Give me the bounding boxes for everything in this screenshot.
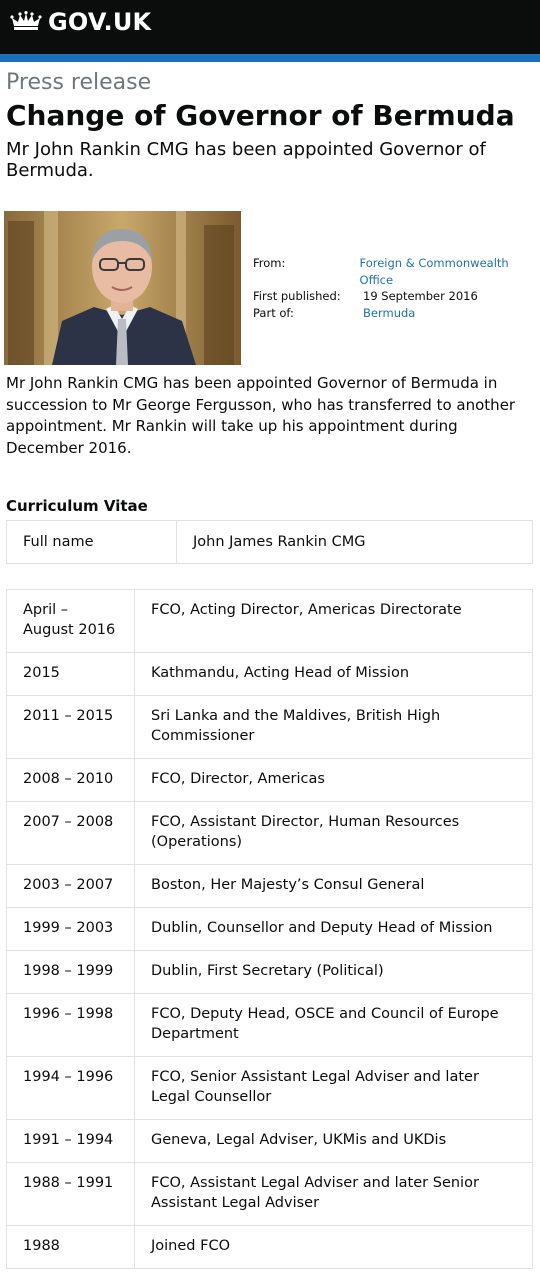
date-cell: 2008 – 2010 bbox=[6, 758, 135, 802]
table-row: 1988 Joined FCO bbox=[6, 1225, 533, 1269]
brand-text: GOV.UK bbox=[48, 8, 152, 36]
role-cell: FCO, Senior Assistant Legal Adviser and … bbox=[134, 1056, 533, 1120]
govuk-home-link[interactable]: GOV.UK bbox=[10, 8, 151, 36]
date-cell: 1988 bbox=[6, 1225, 135, 1269]
crown-icon bbox=[10, 11, 42, 30]
date-cell: 2011 – 2015 bbox=[6, 695, 135, 759]
cv-heading: Curriculum Vitae bbox=[6, 497, 148, 515]
header-bar: GOV.UK bbox=[0, 0, 540, 54]
role-cell: Dublin, First Secretary (Political) bbox=[134, 950, 533, 994]
role-cell: Boston, Her Majesty’s Consul General bbox=[134, 864, 533, 908]
date-cell: 2007 – 2008 bbox=[6, 801, 135, 865]
table-row: 1991 – 1994 Geneva, Legal Adviser, UKMis … bbox=[6, 1119, 533, 1163]
page-summary: Mr John Rankin CMG has been appointed Go… bbox=[6, 139, 486, 181]
date-cell: April – August 2016 bbox=[6, 589, 135, 653]
publication-metadata: From: Foreign & Commonwealth Office Firs… bbox=[253, 255, 540, 321]
table-row: April – August 2016 FCO, Acting Director,… bbox=[6, 589, 533, 653]
date-cell: 1999 – 2003 bbox=[6, 907, 135, 951]
date-cell: 1988 – 1991 bbox=[6, 1162, 135, 1226]
cv-name-table: Full name John James Rankin CMG bbox=[6, 520, 533, 564]
role-cell: Sri Lanka and the Maldives, British High… bbox=[134, 695, 533, 759]
meta-published-label: First published: bbox=[253, 289, 341, 303]
date-cell: 2015 bbox=[6, 652, 135, 696]
role-cell: FCO, Deputy Head, OSCE and Council of Eu… bbox=[134, 993, 533, 1057]
page-title: Change of Governor of Bermuda bbox=[6, 99, 515, 132]
content-type-label: Press release bbox=[6, 70, 152, 95]
date-cell: 1994 – 1996 bbox=[6, 1056, 135, 1120]
meta-from-label: From: bbox=[253, 256, 286, 270]
portrait-photo bbox=[4, 211, 241, 365]
table-row: 2003 – 2007 Boston, Her Majesty’s Consul … bbox=[6, 864, 533, 908]
publish-date: 19 September 2016 bbox=[363, 289, 478, 303]
date-cell: 1991 – 1994 bbox=[6, 1119, 135, 1163]
role-cell: FCO, Assistant Legal Adviser and later S… bbox=[134, 1162, 533, 1226]
table-row: 1988 – 1991 FCO, Assistant Legal Adviser … bbox=[6, 1162, 533, 1226]
date-cell: 1998 – 1999 bbox=[6, 950, 135, 994]
meta-part-of-row: Part of: Bermuda bbox=[253, 305, 540, 322]
name-value-cell: John James Rankin CMG bbox=[176, 520, 533, 564]
role-cell: Dublin, Counsellor and Deputy Head of Mi… bbox=[134, 907, 533, 951]
table-row: 1998 – 1999 Dublin, First Secretary (Poli… bbox=[6, 950, 533, 994]
role-cell: FCO, Assistant Director, Human Resources… bbox=[134, 801, 533, 865]
role-cell: Geneva, Legal Adviser, UKMis and UKDis bbox=[134, 1119, 533, 1163]
header-stripe bbox=[0, 54, 540, 62]
meta-part-of-label: Part of: bbox=[253, 305, 294, 320]
table-row: 1994 – 1996 FCO, Senior Assistant Legal A… bbox=[6, 1056, 533, 1120]
organisation-link[interactable]: Foreign & Commonwealth Office bbox=[360, 255, 540, 288]
date-cell: 1996 – 1998 bbox=[6, 993, 135, 1057]
table-row: 2015 Kathmandu, Acting Head of Mission bbox=[6, 652, 533, 696]
name-label-cell: Full name bbox=[6, 520, 177, 564]
role-cell: FCO, Acting Director, Americas Directora… bbox=[134, 589, 533, 653]
body-paragraph: Mr John Rankin CMG has been appointed Go… bbox=[6, 374, 516, 457]
table-row: 2007 – 2008 FCO, Assistant Director, Huma… bbox=[6, 801, 533, 865]
table-row: 2011 – 2015 Sri Lanka and the Maldives, B… bbox=[6, 695, 533, 759]
role-cell: Joined FCO bbox=[134, 1225, 533, 1269]
meta-published-row: First published: 19 September 2016 bbox=[253, 288, 540, 305]
role-cell: Kathmandu, Acting Head of Mission bbox=[134, 652, 533, 696]
table-row: Full name John James Rankin CMG bbox=[6, 520, 533, 564]
table-row: 1999 – 2003 Dublin, Counsellor and Deputy… bbox=[6, 907, 533, 951]
meta-from-row: From: Foreign & Commonwealth Office bbox=[253, 255, 540, 288]
table-row: 2008 – 2010 FCO, Director, Americas bbox=[6, 758, 533, 802]
role-cell: FCO, Director, Americas bbox=[134, 758, 533, 802]
date-cell: 2003 – 2007 bbox=[6, 864, 135, 908]
cv-career-table: April – August 2016 FCO, Acting Director,… bbox=[6, 589, 533, 1269]
table-row: 1996 – 1998 FCO, Deputy Head, OSCE and Co… bbox=[6, 993, 533, 1057]
topic-link-bermuda[interactable]: Bermuda bbox=[363, 305, 415, 322]
